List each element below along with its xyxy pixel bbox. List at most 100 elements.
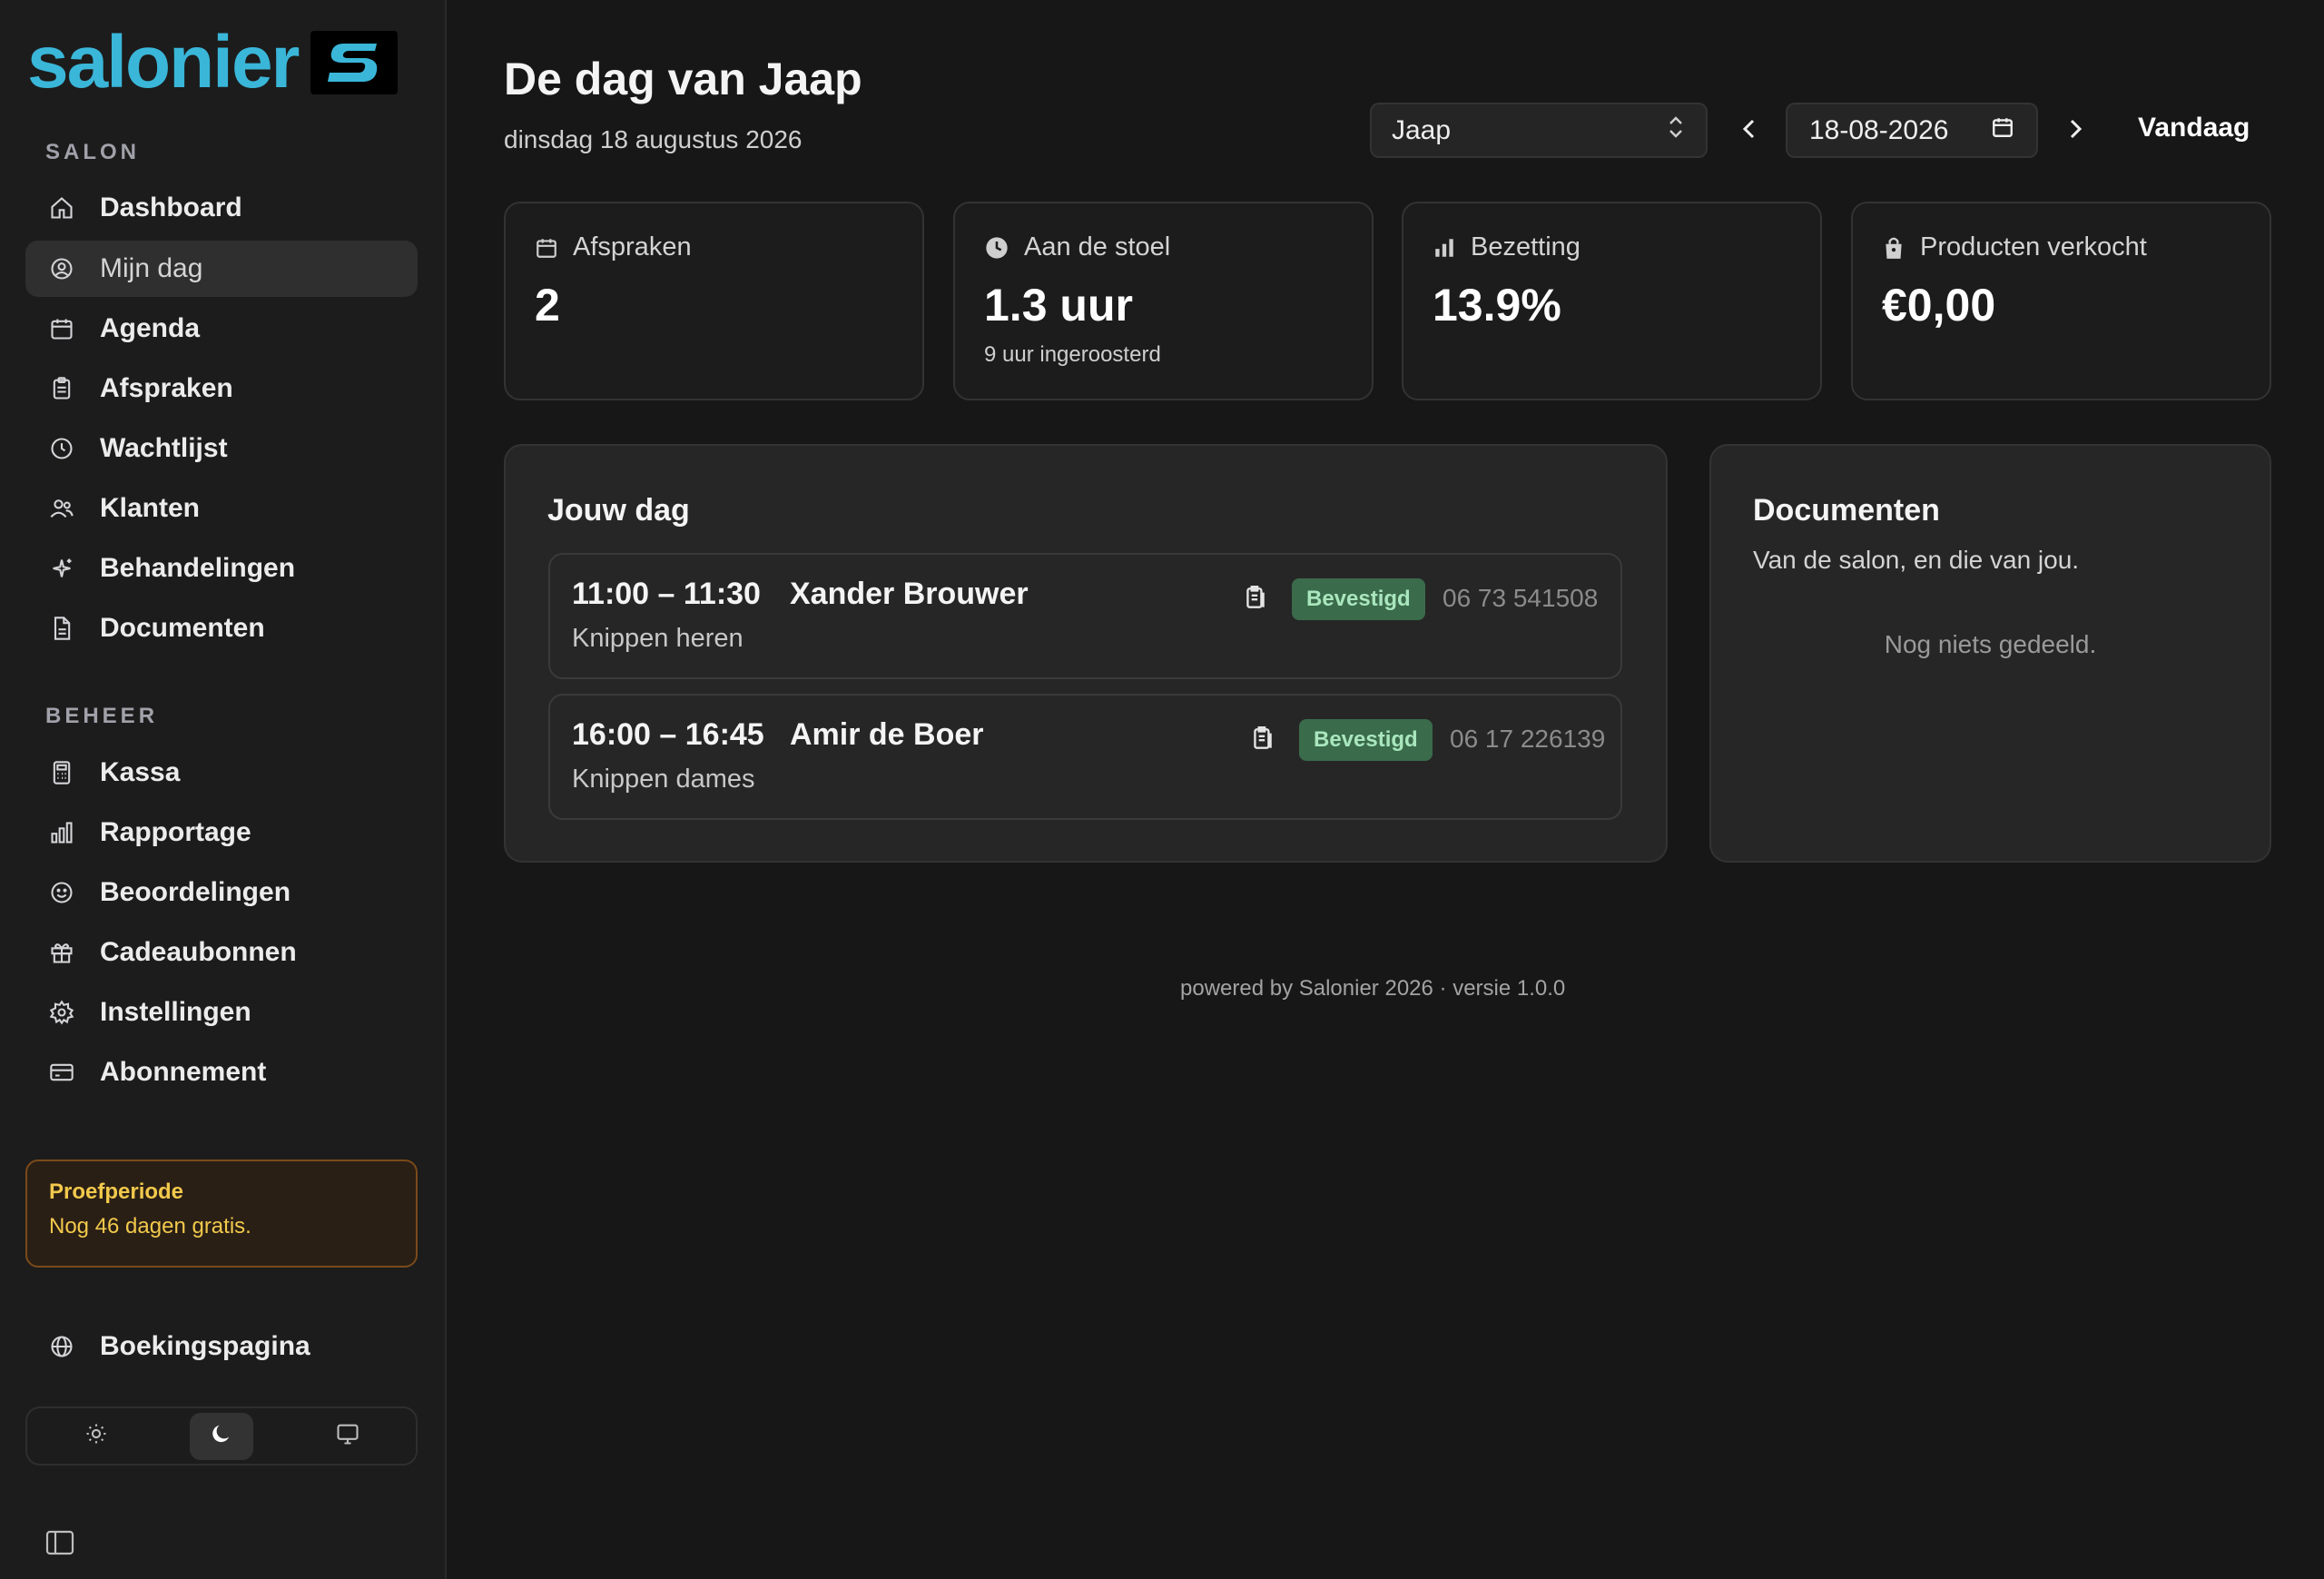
- sidebar-item-rapportage[interactable]: Rapportage: [25, 804, 418, 861]
- home-icon: [47, 193, 76, 222]
- documents-subtitle: Van de salon, en die van jou.: [1753, 546, 2080, 574]
- sidebar-item-beoordelingen[interactable]: Beoordelingen: [25, 864, 418, 921]
- documents-panel-title: Documenten: [1753, 493, 1940, 528]
- documents-empty-state: Nog niets gedeeld.: [1884, 630, 2097, 658]
- sidebar-item-label: Wachtlijst: [100, 433, 228, 463]
- document-icon: [47, 614, 76, 643]
- user-circle-icon: [47, 254, 76, 283]
- sidebar-item-cadeaubonnen[interactable]: Cadeaubonnen: [25, 924, 418, 981]
- stat-card-producten: Producten verkocht €0,00: [1851, 202, 2271, 400]
- sidebar-item-label: Agenda: [100, 313, 201, 343]
- stat-card-afspraken: Afspraken 2: [504, 202, 924, 400]
- sidebar-item-boekingspagina[interactable]: Boekingspagina: [25, 1318, 418, 1375]
- logo-wordmark: salonier: [27, 21, 300, 104]
- sidebar-item-kassa[interactable]: Kassa: [25, 745, 418, 801]
- sidebar-item-afspraken[interactable]: Afspraken: [25, 360, 418, 417]
- page-subtitle: dinsdag 18 augustus 2026: [504, 125, 803, 153]
- appointment-card[interactable]: 16:00 – 16:45 Amir de Boer Knippen dames…: [548, 694, 1622, 820]
- status-badge: Bevestigd: [1299, 719, 1433, 761]
- documents-panel: Documenten Van de salon, en die van jou.…: [1709, 444, 2271, 863]
- previous-day-button[interactable]: [1729, 111, 1769, 151]
- next-day-button[interactable]: [2055, 111, 2095, 151]
- day-panel: Jouw dag 11:00 – 11:30 Xander Brouwer Kn…: [504, 444, 1668, 863]
- gift-icon: [47, 938, 76, 967]
- clock-icon: [47, 434, 76, 463]
- sidebar-item-abonnement[interactable]: Abonnement: [25, 1044, 418, 1100]
- stat-value: €0,00: [1882, 280, 1996, 331]
- chevron-left-icon: [1740, 117, 1758, 145]
- stat-card-aan-de-stoel: Aan de stoel 1.3 uur 9 uur ingeroosterd: [953, 202, 1374, 400]
- stat-label: Bezetting: [1471, 232, 1581, 262]
- staff-select[interactable]: Jaap: [1370, 103, 1708, 158]
- day-panel-title: Jouw dag: [547, 493, 690, 528]
- sidebar-item-label: Abonnement: [100, 1057, 267, 1087]
- logo-mark-icon: [310, 31, 399, 94]
- theme-switch: [25, 1406, 418, 1466]
- sidebar-item-behandelingen[interactable]: Behandelingen: [25, 540, 418, 597]
- trial-text: Nog 46 dagen gratis.: [49, 1214, 251, 1239]
- sidebar-item-dashboard[interactable]: Dashboard: [25, 180, 418, 236]
- clock-icon: [984, 235, 1009, 261]
- sidebar-item-label: Documenten: [100, 613, 265, 643]
- users-icon: [47, 494, 76, 523]
- sidebar-item-label: Klanten: [100, 493, 201, 523]
- sidebar-item-documenten[interactable]: Documenten: [25, 600, 418, 656]
- today-button[interactable]: Vandaag: [2138, 113, 2250, 143]
- moon-icon: [209, 1421, 234, 1451]
- date-value: 18-08-2026: [1809, 114, 1949, 145]
- date-input[interactable]: 18-08-2026: [1786, 103, 2038, 158]
- stat-note: 9 uur ingeroosterd: [984, 342, 1161, 367]
- stat-label: Afspraken: [573, 232, 692, 262]
- smiley-icon: [47, 878, 76, 907]
- sparkles-icon: [47, 554, 76, 583]
- sidebar: salonier SALON Dashboard Mijn dag Agenda…: [0, 0, 447, 1579]
- appointment-time: 16:00 – 16:45: [572, 717, 764, 752]
- clipboard-icon: [47, 374, 76, 403]
- appointment-client: Amir de Boer: [790, 717, 984, 752]
- sidebar-item-label: Kassa: [100, 757, 181, 787]
- globe-icon: [47, 1332, 76, 1361]
- sidebar-item-agenda[interactable]: Agenda: [25, 301, 418, 357]
- sidebar-item-wachtlijst[interactable]: Wachtlijst: [25, 420, 418, 477]
- logo[interactable]: salonier: [27, 21, 399, 104]
- appointment-service: Knippen heren: [572, 624, 743, 653]
- trial-title: Proefperiode: [49, 1179, 184, 1204]
- clipboard-icon[interactable]: [1244, 584, 1267, 616]
- sidebar-item-mijn-dag[interactable]: Mijn dag: [25, 241, 418, 297]
- sidebar-item-label: Behandelingen: [100, 553, 296, 583]
- sidebar-toggle-icon[interactable]: [45, 1530, 74, 1555]
- sun-icon: [84, 1421, 109, 1451]
- sidebar-item-label: Afspraken: [100, 373, 233, 403]
- credit-card-icon: [47, 1058, 76, 1087]
- appointment-service: Knippen dames: [572, 765, 755, 794]
- system-theme-button[interactable]: [279, 1413, 416, 1460]
- monitor-icon: [335, 1421, 360, 1451]
- sidebar-item-label: Dashboard: [100, 192, 242, 222]
- footer-text: powered by Salonier 2026 · versie 1.0.0: [1180, 976, 1566, 1001]
- stat-value: 13.9%: [1433, 280, 1561, 331]
- sidebar-item-label: Mijn dag: [100, 253, 203, 283]
- status-badge: Bevestigd: [1292, 578, 1425, 620]
- appointment-time: 11:00 – 11:30: [572, 577, 761, 611]
- appointment-phone[interactable]: 06 73 541508: [1443, 584, 1598, 613]
- stat-value: 1.3 uur: [984, 280, 1133, 331]
- sidebar-item-label: Boekingspagina: [100, 1331, 310, 1361]
- clipboard-icon[interactable]: [1251, 725, 1275, 756]
- gear-icon: [47, 998, 76, 1027]
- stat-label: Producten verkocht: [1920, 232, 2147, 262]
- sidebar-item-label: Cadeaubonnen: [100, 937, 297, 967]
- appointment-card[interactable]: 11:00 – 11:30 Xander Brouwer Knippen her…: [548, 553, 1622, 679]
- calendar-icon: [47, 314, 76, 343]
- sidebar-item-label: Rapportage: [100, 817, 251, 847]
- stat-card-bezetting: Bezetting 13.9%: [1402, 202, 1822, 400]
- calculator-icon: [47, 758, 76, 787]
- sidebar-item-klanten[interactable]: Klanten: [25, 480, 418, 537]
- sidebar-item-label: Beoordelingen: [100, 877, 291, 907]
- stat-value: 2: [535, 280, 560, 331]
- appointment-phone[interactable]: 06 17 226139: [1450, 725, 1605, 754]
- dark-theme-button[interactable]: [190, 1412, 253, 1460]
- sidebar-item-instellingen[interactable]: Instellingen: [25, 984, 418, 1041]
- stat-label: Aan de stoel: [1024, 232, 1171, 262]
- light-theme-button[interactable]: [27, 1413, 164, 1460]
- page-title: De dag van Jaap: [504, 54, 862, 104]
